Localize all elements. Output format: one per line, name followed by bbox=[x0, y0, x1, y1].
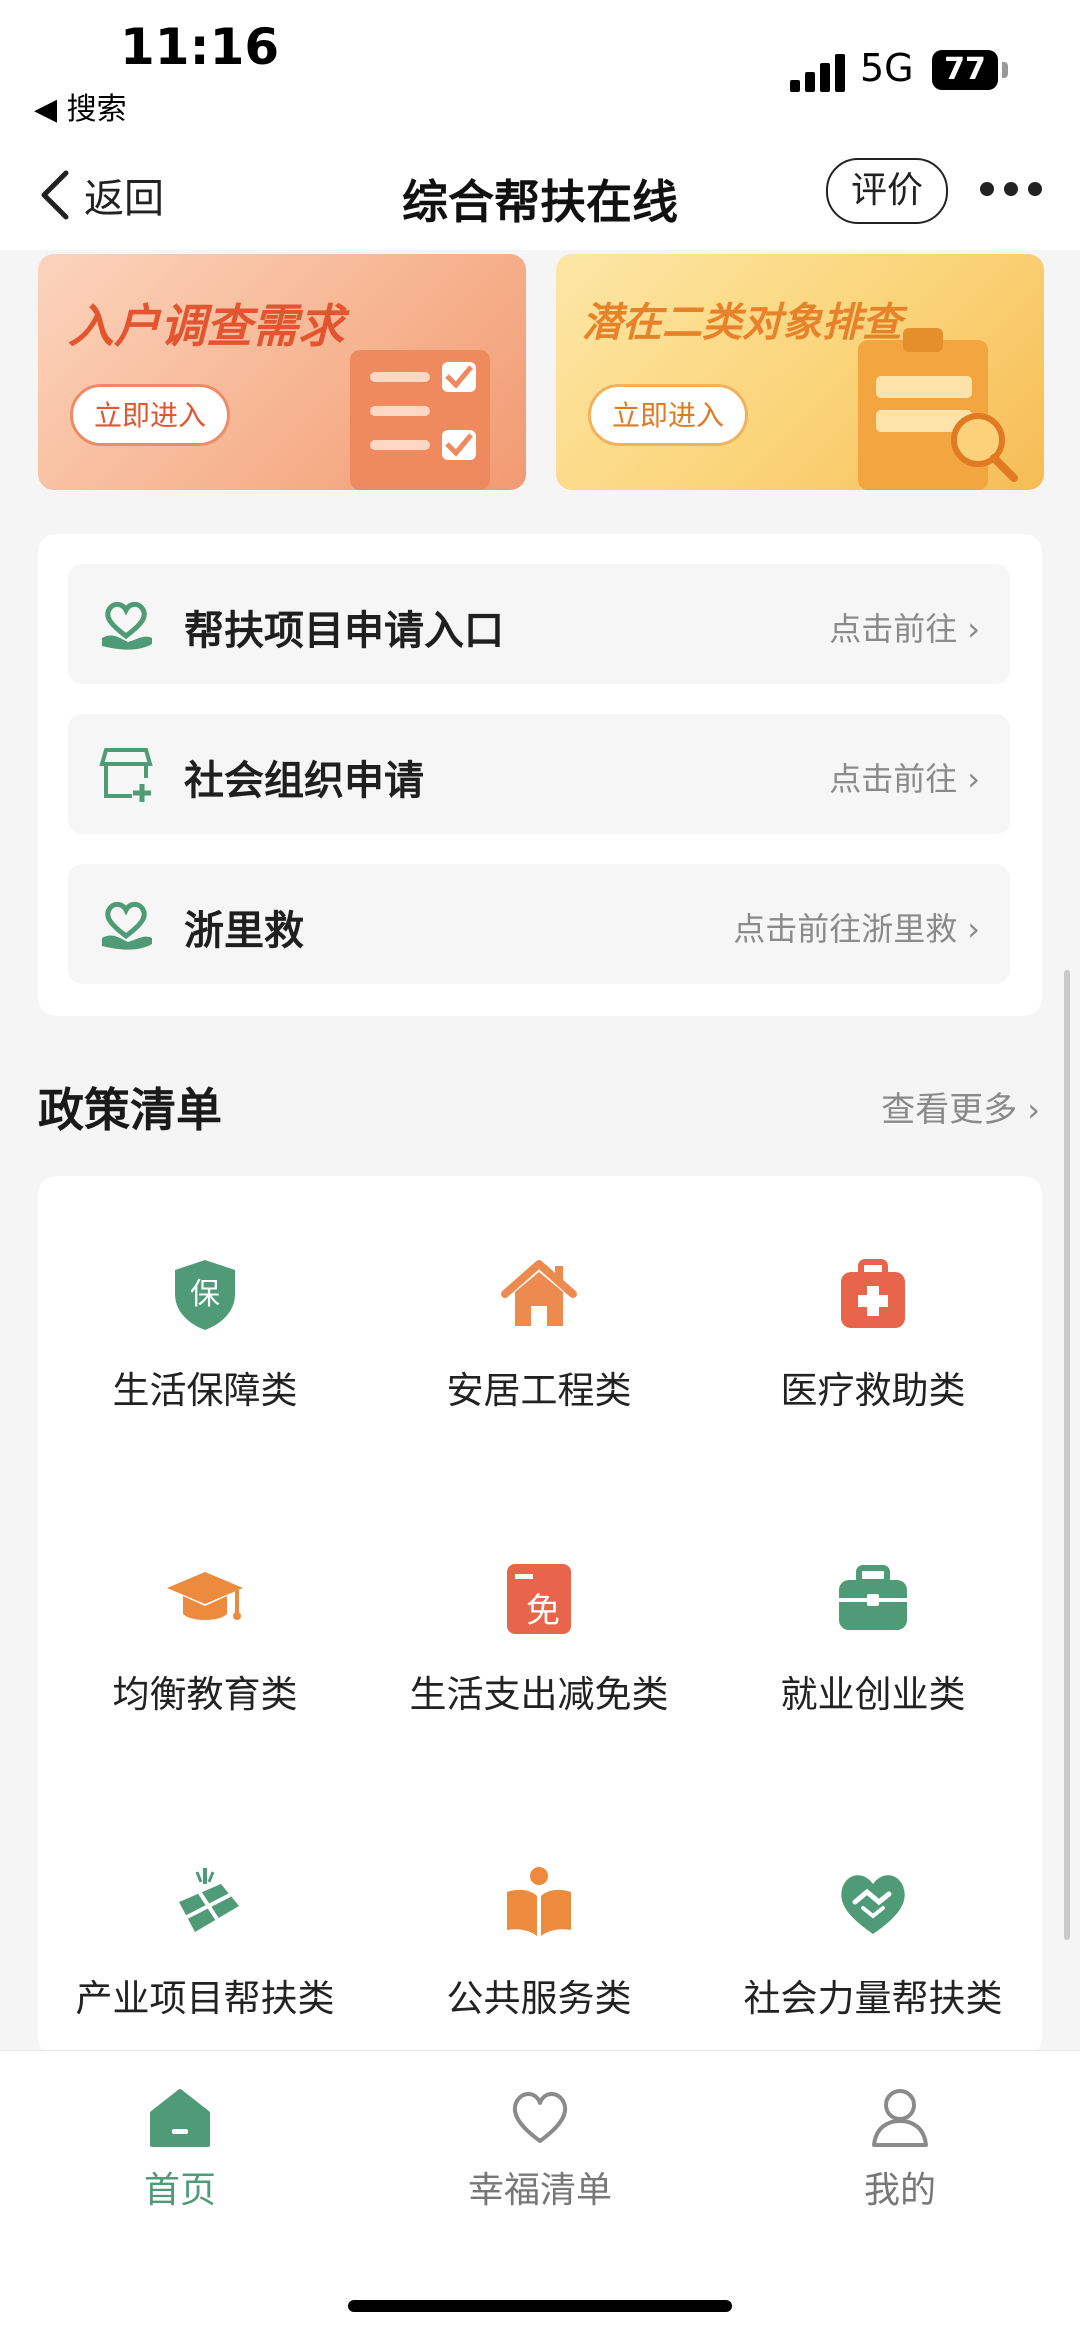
enter-button[interactable]: 立即进入 bbox=[588, 384, 748, 446]
policy-item-living-security[interactable]: 保 生活保障类 bbox=[38, 1176, 372, 1412]
more-icon[interactable] bbox=[980, 182, 1046, 198]
heart-hand-icon bbox=[102, 901, 152, 950]
farmland-icon bbox=[179, 1868, 239, 1932]
chevron-right-icon: › bbox=[967, 760, 980, 798]
tab-label: 我的 bbox=[863, 2170, 936, 2211]
house-icon bbox=[501, 1260, 577, 1326]
tab-mine[interactable]: 我的 bbox=[750, 2085, 1050, 2225]
entry-label: 浙里救 bbox=[184, 908, 304, 954]
banner-household-survey[interactable]: 入户调查需求 立即进入 bbox=[38, 254, 526, 490]
briefcase-icon bbox=[839, 1565, 907, 1630]
tab-label: 幸福清单 bbox=[467, 2170, 612, 2211]
chevron-right-icon: › bbox=[967, 610, 980, 648]
banner-title: 入户调查需求 bbox=[68, 299, 344, 353]
entry-link-text: 点击前往浙里救 bbox=[733, 910, 958, 948]
clipboard-search-illustration-icon bbox=[858, 328, 1018, 490]
chevron-right-icon: › bbox=[1027, 1091, 1040, 1129]
heart-icon bbox=[512, 2092, 568, 2143]
checklist-illustration-icon bbox=[350, 350, 490, 490]
entry-row-zheliju[interactable]: 浙里救 点击前往浙里救 › bbox=[68, 864, 1010, 984]
entry-link-text: 点击前往 bbox=[829, 610, 958, 648]
banner-potential-object-screening[interactable]: 潜在二类对象排查 立即进入 bbox=[556, 254, 1044, 490]
policy-item-expense-exemption[interactable]: 免 生活支出减免类 bbox=[372, 1480, 706, 1716]
handshake-heart-icon bbox=[841, 1875, 905, 1934]
policy-grid-card: 保 生活保障类 安居工程类 医疗救助类 均衡教育类 免 生活支出减免类 就业创业… bbox=[38, 1176, 1042, 2056]
entry-label: 社会组织申请 bbox=[184, 758, 424, 804]
tab-happiness-list[interactable]: 幸福清单 bbox=[390, 2085, 690, 2225]
heart-hand-icon bbox=[102, 601, 152, 650]
entry-row-project-application[interactable]: 帮扶项目申请入口 点击前往 › bbox=[68, 564, 1010, 684]
status-bar: 11:16 ◀ 搜索 5G 77 bbox=[0, 0, 1080, 150]
policy-label: 公共服务类 bbox=[446, 1977, 632, 2020]
chevron-right-icon: › bbox=[967, 910, 980, 948]
user-icon bbox=[872, 2089, 928, 2147]
scrollbar[interactable] bbox=[1064, 970, 1070, 1940]
policy-label: 均衡教育类 bbox=[112, 1673, 298, 1716]
policy-label: 医疗救助类 bbox=[780, 1369, 966, 1412]
enter-button[interactable]: 立即进入 bbox=[70, 384, 230, 446]
policy-label: 就业创业类 bbox=[780, 1673, 966, 1716]
exemption-icon: 免 bbox=[507, 1564, 571, 1634]
signal-icon bbox=[790, 52, 846, 92]
status-time: 11:16 bbox=[120, 18, 280, 76]
policy-item-social-force[interactable]: 社会力量帮扶类 bbox=[706, 1784, 1040, 2020]
policy-label: 生活支出减免类 bbox=[409, 1673, 669, 1716]
entry-link[interactable]: 点击前往 › bbox=[829, 754, 980, 800]
graduation-cap-icon bbox=[167, 1572, 243, 1620]
policy-item-employment[interactable]: 就业创业类 bbox=[706, 1480, 1040, 1716]
entry-label: 帮扶项目申请入口 bbox=[184, 608, 504, 654]
store-add-icon bbox=[99, 748, 153, 802]
bottom-tab-bar: 首页 幸福清单 我的 bbox=[0, 2050, 1080, 2338]
policy-label: 社会力量帮扶类 bbox=[743, 1977, 1003, 2020]
tab-home[interactable]: 首页 bbox=[30, 2085, 330, 2225]
reading-icon bbox=[507, 1867, 571, 1936]
policy-item-industry-project[interactable]: 产业项目帮扶类 bbox=[38, 1784, 372, 2020]
home-indicator bbox=[348, 2300, 732, 2312]
nav-bar: 返回 综合帮扶在线 评价 bbox=[0, 150, 1080, 250]
policy-item-education[interactable]: 均衡教育类 bbox=[38, 1480, 372, 1716]
rate-button[interactable]: 评价 bbox=[826, 158, 948, 224]
see-more-text: 查看更多 bbox=[881, 1090, 1018, 1130]
back-to-app-link[interactable]: ◀ 搜索 bbox=[34, 84, 127, 128]
tab-label: 首页 bbox=[143, 2170, 216, 2211]
policy-item-medical[interactable]: 医疗救助类 bbox=[706, 1176, 1040, 1412]
exemption-icon-text: 免 bbox=[526, 1591, 560, 1631]
policy-label: 产业项目帮扶类 bbox=[75, 1977, 335, 2020]
section-title-policy: 政策清单 bbox=[38, 1083, 222, 1137]
entry-link[interactable]: 点击前往浙里救 › bbox=[733, 904, 980, 950]
battery-tip bbox=[1002, 62, 1008, 78]
entry-link-text: 点击前往 bbox=[829, 760, 958, 798]
shield-icon-text: 保 bbox=[190, 1277, 220, 1312]
policy-label: 生活保障类 bbox=[112, 1369, 298, 1412]
battery-icon: 77 bbox=[932, 50, 998, 90]
network-type: 5G bbox=[860, 46, 914, 90]
policy-item-housing[interactable]: 安居工程类 bbox=[372, 1176, 706, 1412]
policy-label: 安居工程类 bbox=[446, 1369, 632, 1412]
see-more-link[interactable]: 查看更多 › bbox=[881, 1082, 1040, 1131]
entry-list-card: 帮扶项目申请入口 点击前往 › 社会组织申请 点击前往 › 浙里救 点击前往浙里救 › bbox=[38, 534, 1042, 1016]
home-icon bbox=[150, 2089, 210, 2147]
policy-item-public-service[interactable]: 公共服务类 bbox=[372, 1784, 706, 2020]
entry-link[interactable]: 点击前往 › bbox=[829, 604, 980, 650]
shield-icon: 保 bbox=[175, 1260, 235, 1330]
entry-row-social-org[interactable]: 社会组织申请 点击前往 › bbox=[68, 714, 1010, 834]
medical-kit-icon bbox=[841, 1259, 905, 1328]
